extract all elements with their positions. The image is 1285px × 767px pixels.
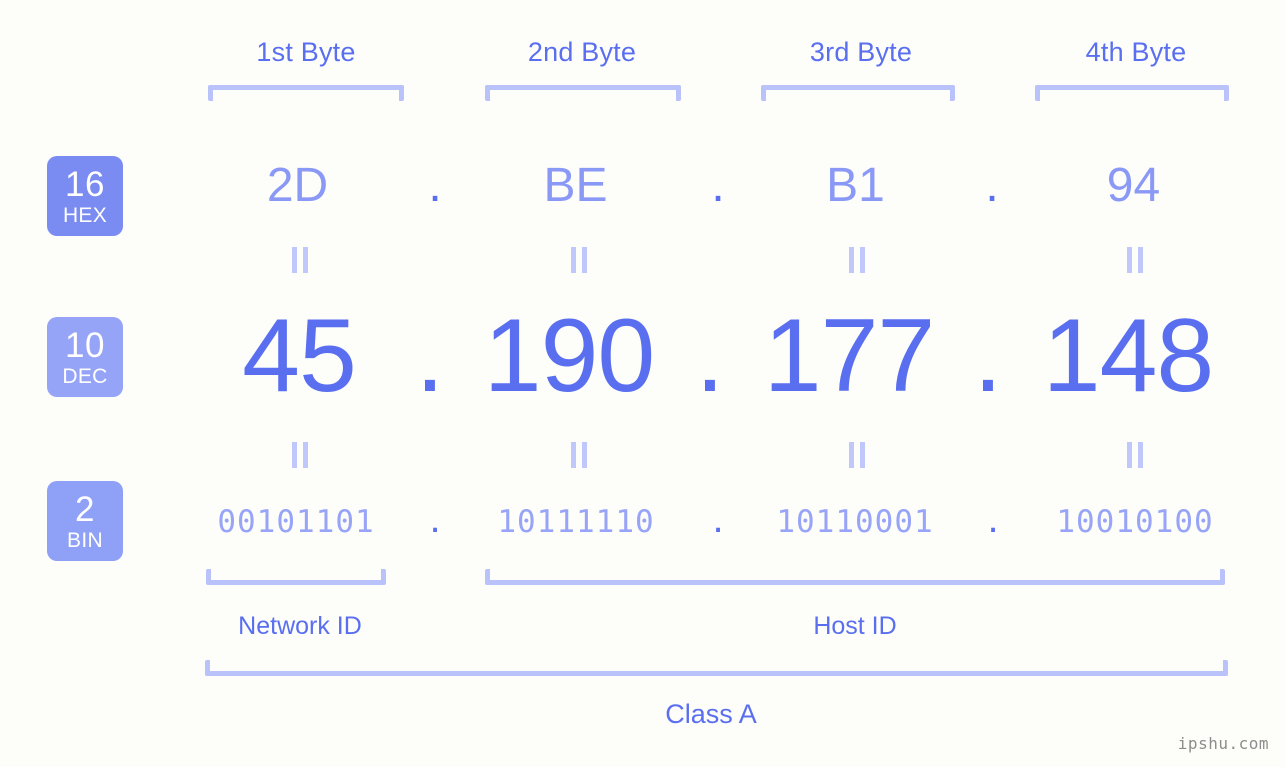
byte-bracket-3 xyxy=(761,85,955,101)
class-label: Class A xyxy=(665,699,757,729)
dec-dot-2: . xyxy=(695,298,725,414)
hex-octet-1: 2D xyxy=(266,159,329,212)
dec-dot-1: . xyxy=(415,298,445,414)
hex-octet-3: B1 xyxy=(826,159,885,212)
bin-dot-1: . xyxy=(429,497,441,541)
equals-mark-hex-dec-3 xyxy=(849,247,865,273)
byte-header-1: 1st Byte xyxy=(256,37,356,67)
hex-dot-2: . xyxy=(711,159,725,212)
byte-header-3: 3rd Byte xyxy=(809,37,913,67)
hex-dot-1: . xyxy=(428,159,442,212)
host-id-bracket xyxy=(485,569,1225,585)
network-id-bracket xyxy=(206,569,386,585)
base-badge-dec-system: DEC xyxy=(62,364,108,388)
equals-mark-hex-dec-1 xyxy=(292,247,308,273)
equals-mark-dec-bin-4 xyxy=(1127,442,1143,468)
equals-mark-dec-bin-2 xyxy=(571,442,587,468)
equals-mark-hex-dec-2 xyxy=(571,247,587,273)
base-badge-hex-system: HEX xyxy=(62,203,108,227)
bin-octet-3: 10110001 xyxy=(776,504,934,540)
dec-octet-4: 148 xyxy=(1042,298,1215,414)
dec-dot-3: . xyxy=(973,298,1003,414)
watermark: ipshu.com xyxy=(1177,734,1269,753)
hex-octet-4: 94 xyxy=(1106,159,1161,212)
ip-breakdown-diagram: 1st Byte 2nd Byte 3rd Byte 4th Byte 16 H… xyxy=(0,0,1285,767)
dec-octet-2: 190 xyxy=(483,298,656,414)
equals-mark-hex-dec-4 xyxy=(1127,247,1143,273)
equals-mark-dec-bin-1 xyxy=(292,442,308,468)
base-badge-dec-number: 10 xyxy=(65,325,105,365)
dec-octet-3: 177 xyxy=(763,298,936,414)
byte-bracket-4 xyxy=(1035,85,1229,101)
bin-dot-3: . xyxy=(987,497,999,541)
bin-octet-4: 10010100 xyxy=(1056,504,1214,540)
bin-dot-2: . xyxy=(712,497,724,541)
hex-dot-3: . xyxy=(985,159,999,212)
base-badge-bin-system: BIN xyxy=(67,528,103,552)
base-badge-bin: 2 BIN xyxy=(47,481,123,561)
base-badge-hex-number: 16 xyxy=(65,164,105,204)
byte-header-4: 4th Byte xyxy=(1085,37,1187,67)
network-id-label: Network ID xyxy=(238,612,362,640)
equals-mark-dec-bin-3 xyxy=(849,442,865,468)
base-badge-bin-number: 2 xyxy=(75,489,95,529)
base-badge-dec: 10 DEC xyxy=(47,317,123,397)
dec-octet-1: 45 xyxy=(242,298,357,414)
class-bracket xyxy=(205,660,1228,676)
host-id-label: Host ID xyxy=(813,612,897,640)
byte-header-2: 2nd Byte xyxy=(527,37,637,67)
bin-octet-2: 10111110 xyxy=(497,504,655,540)
byte-bracket-2 xyxy=(485,85,681,101)
base-badge-hex: 16 HEX xyxy=(47,156,123,236)
hex-octet-2: BE xyxy=(543,159,608,212)
byte-bracket-1 xyxy=(208,85,404,101)
bin-octet-1: 00101101 xyxy=(217,504,375,540)
